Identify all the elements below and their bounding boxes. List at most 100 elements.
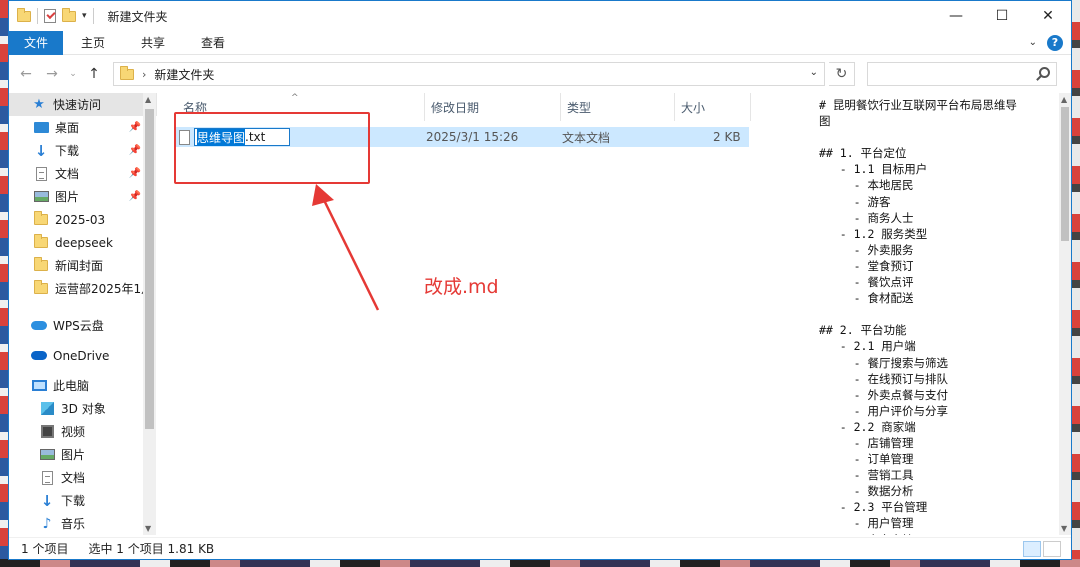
column-header-modified[interactable]: 修改日期	[425, 93, 561, 121]
preview-line: - 游客	[819, 194, 891, 209]
sidebar-item-label: 快速访问	[53, 98, 102, 112]
preview-pane: # 昆明餐饮行业互联网平台布局思维导图 ## 1. 平台定位 - 1.1 目标用…	[809, 93, 1071, 535]
item-count: 1 个项目	[21, 542, 69, 556]
preview-line: - 餐饮点评	[819, 275, 914, 290]
sidebar-item-label: 音乐	[61, 517, 86, 531]
preview-line: - 堂食预订	[819, 258, 914, 273]
tab-view[interactable]: 查看	[183, 31, 243, 55]
breadcrumb-current[interactable]: 新建文件夹	[154, 66, 214, 83]
sidebar-item-documents[interactable]: 文档 📌	[9, 162, 157, 185]
pin-icon: 📌	[128, 122, 141, 133]
address-bar[interactable]: › 新建文件夹 ⌄	[113, 62, 825, 86]
search-input[interactable]	[867, 62, 1057, 86]
preview-line: - 1.2 服务类型	[819, 226, 928, 241]
pin-icon: 📌	[128, 191, 141, 202]
new-folder-icon[interactable]	[62, 7, 76, 22]
annotation-highlight-box	[174, 112, 370, 184]
tab-home[interactable]: 主页	[63, 31, 123, 55]
toolbar-separator	[92, 8, 94, 24]
preview-line: - 外卖点餐与支付	[819, 387, 948, 402]
scroll-down-icon[interactable]: ▼	[145, 524, 151, 533]
pin-icon: 📌	[128, 145, 141, 156]
back-button[interactable]: ←	[15, 63, 37, 85]
sidebar-item-label: 文档	[61, 471, 86, 485]
preview-line: ## 1. 平台定位	[819, 146, 907, 161]
quick-access-toolbar: ▾	[9, 7, 94, 24]
window-controls: — ☐ ✕	[933, 1, 1071, 31]
folder-icon	[120, 65, 134, 80]
preview-line: - 外卖服务	[819, 242, 914, 257]
forward-button[interactable]: →	[41, 63, 63, 85]
sidebar-item-onedrive[interactable]: OneDrive	[9, 344, 157, 367]
file-size: 2 KB	[713, 130, 741, 144]
address-dropdown-icon[interactable]: ⌄	[810, 67, 818, 78]
details-view-icon[interactable]	[1023, 540, 1041, 557]
help-icon[interactable]: ?	[1047, 34, 1063, 51]
scroll-up-icon[interactable]: ▲	[1061, 95, 1067, 104]
recent-locations-icon[interactable]: ⌄	[67, 63, 79, 85]
tab-share[interactable]: 共享	[123, 31, 183, 55]
sidebar-item-music[interactable]: ♪ 音乐	[9, 512, 157, 535]
sidebar-item-videos[interactable]: 视频	[9, 420, 157, 443]
sidebar-item-folder-2025-03[interactable]: 2025-03	[9, 208, 157, 231]
taskbar-strip	[0, 559, 1080, 567]
scrollbar-thumb[interactable]	[1061, 107, 1069, 241]
sidebar-item-pictures[interactable]: 图片 📌	[9, 185, 157, 208]
sidebar-item-quick-access[interactable]: ★ 快速访问	[9, 93, 157, 116]
large-icons-view-icon[interactable]	[1043, 540, 1061, 557]
sidebar-item-desktop[interactable]: 桌面 📌	[9, 116, 157, 139]
close-button[interactable]: ✕	[1025, 1, 1071, 31]
column-header-type[interactable]: 类型	[561, 93, 675, 121]
scroll-down-icon[interactable]: ▼	[1061, 524, 1067, 533]
scroll-up-icon[interactable]: ▲	[145, 95, 151, 104]
sidebar-item-pc-pictures[interactable]: 图片	[9, 443, 157, 466]
desktop-background-left	[0, 0, 8, 567]
preview-line: - 本地居民	[819, 178, 914, 193]
sidebar-item-pc-documents[interactable]: 文档	[9, 466, 157, 489]
folder-icon	[17, 7, 31, 22]
breadcrumb-chevron-icon[interactable]: ›	[142, 68, 146, 81]
preview-line: 图	[819, 114, 831, 129]
tab-file[interactable]: 文件	[9, 30, 63, 55]
computer-icon	[31, 380, 47, 391]
preview-line: - 店铺管理	[819, 435, 914, 450]
sidebar-item-pc-downloads[interactable]: ↓ 下载	[9, 489, 157, 512]
preview-scrollbar[interactable]: ▲ ▼	[1059, 93, 1071, 535]
refresh-button[interactable]: ↻	[829, 62, 855, 86]
sidebar-item-label: WPS云盘	[53, 319, 104, 333]
properties-icon[interactable]	[44, 9, 56, 23]
wps-cloud-icon	[31, 321, 47, 330]
folder-icon	[34, 280, 48, 294]
preview-line: - 数据分析	[819, 484, 914, 499]
preview-line: - 2.1 用户端	[819, 339, 916, 354]
video-icon	[40, 425, 54, 438]
file-modified: 2025/3/1 15:26	[426, 130, 519, 144]
scrollbar-thumb[interactable]	[145, 109, 154, 429]
sidebar-item-label: 下载	[61, 494, 86, 508]
sidebar-item-folder-news-cover[interactable]: 新闻封面	[9, 254, 157, 277]
maximize-button[interactable]: ☐	[979, 1, 1025, 31]
sidebar-item-folder-operations[interactable]: 运营部2025年1月	[9, 277, 157, 300]
preview-line: - 商务人士	[819, 210, 914, 225]
preview-line: - 2.3 平台管理	[819, 500, 928, 515]
sidebar-item-wps-cloud[interactable]: WPS云盘	[9, 314, 157, 337]
preview-line: - 1.1 目标用户	[819, 162, 928, 177]
selection-info: 选中 1 个项目 1.81 KB	[88, 542, 215, 556]
sidebar-item-3d-objects[interactable]: 3D 对象	[9, 397, 157, 420]
preview-line: # 昆明餐饮行业互联网平台布局思维导	[819, 98, 1017, 112]
sidebar-item-downloads[interactable]: ↓ 下载 📌	[9, 139, 157, 162]
annotation-text: 改成.md	[424, 276, 499, 298]
sidebar-item-folder-deepseek[interactable]: deepseek	[9, 231, 157, 254]
customize-toolbar-dropdown-icon[interactable]: ▾	[82, 11, 87, 21]
sidebar-scrollbar[interactable]: ▲ ▼	[143, 93, 156, 535]
sidebar-item-this-pc[interactable]: 此电脑	[9, 374, 157, 397]
navigation-pane: ★ 快速访问 桌面 📌 ↓ 下载 📌 文档 📌 图片 📌 2025-03 dee…	[9, 93, 157, 535]
column-header-size[interactable]: 大小	[675, 93, 751, 121]
sidebar-item-label: 新闻封面	[55, 259, 104, 273]
expand-ribbon-icon[interactable]: ⌄	[1029, 37, 1037, 48]
up-button[interactable]: ↑	[83, 63, 105, 85]
minimize-button[interactable]: —	[933, 1, 979, 31]
search-icon	[1039, 67, 1050, 78]
folder-icon	[34, 257, 48, 271]
picture-icon	[39, 449, 55, 460]
